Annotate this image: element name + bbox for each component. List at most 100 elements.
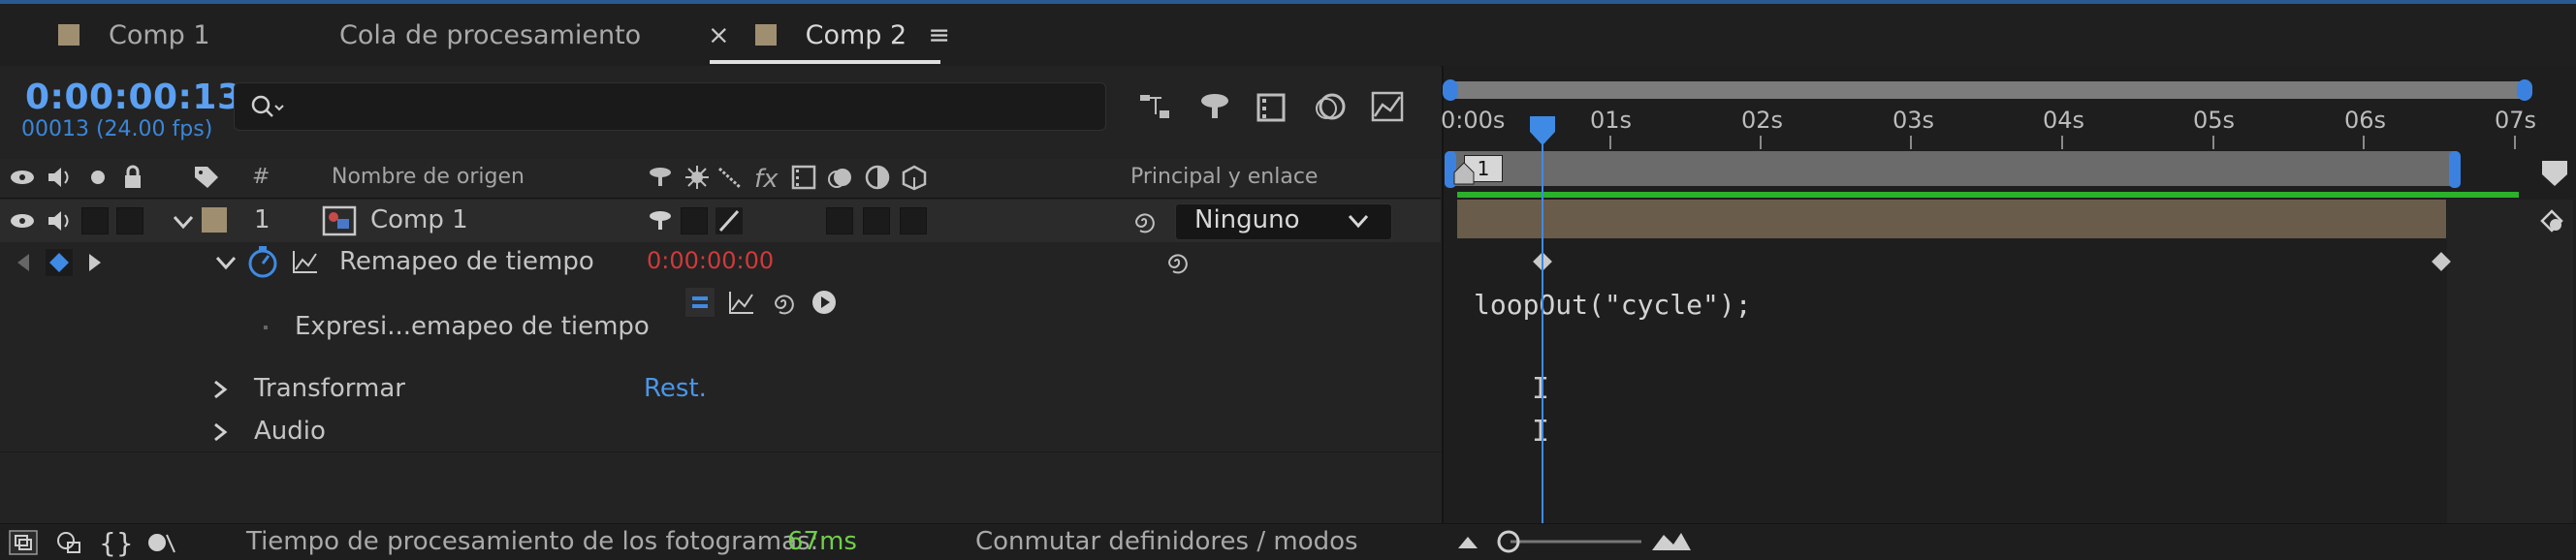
- panel-tab-bar: Comp 1 Cola de procesamiento × Comp 2 ≡: [0, 4, 2576, 67]
- ruler-label: 05s: [2193, 107, 2236, 134]
- comp-marker-bin-icon[interactable]: [2540, 157, 2569, 190]
- stopwatch-icon[interactable]: [246, 244, 279, 279]
- bullet-dot: [264, 326, 268, 329]
- ruler-label: 06s: [2344, 107, 2387, 134]
- layer-name[interactable]: Comp 1: [370, 205, 468, 234]
- chevron-right-icon[interactable]: [209, 420, 231, 444]
- layer-switches-toggle-icon[interactable]: [8, 529, 39, 556]
- frame-blend-column-icon[interactable]: [789, 163, 818, 192]
- chevron-down-icon[interactable]: [171, 209, 196, 234]
- audio-label: Audio: [254, 417, 326, 446]
- frame-blending-icon[interactable]: [1253, 87, 1291, 126]
- chevron-down-icon: [1348, 214, 1369, 229]
- audio-speaker-icon[interactable]: [45, 163, 74, 192]
- layer-index: 1: [254, 205, 270, 234]
- label-color-swatch[interactable]: [202, 207, 227, 233]
- keyframe-toggle-icon[interactable]: [45, 248, 74, 277]
- transfer-controls-toggle-icon[interactable]: [54, 529, 85, 556]
- 3d-layer-icon[interactable]: [900, 163, 929, 192]
- effects-fx-icon[interactable]: fx: [754, 165, 779, 194]
- switch-box[interactable]: [681, 207, 708, 234]
- work-area-bar[interactable]: [1448, 151, 2457, 186]
- timeline-outside-duration: [2447, 200, 2573, 523]
- time-remap-value[interactable]: 0:00:00:00: [647, 247, 774, 274]
- motion-blur-icon[interactable]: [1311, 87, 1350, 126]
- tab-label: Cola de procesamiento: [339, 19, 642, 50]
- graph-editor-icon[interactable]: [1369, 87, 1408, 126]
- layer-search-input[interactable]: [234, 82, 1106, 131]
- switch-box[interactable]: [826, 207, 853, 234]
- ruler-tick: [2061, 136, 2063, 149]
- frame-count-fps: 00013 (24.00 fps): [21, 117, 213, 141]
- tab-render-queue[interactable]: Cola de procesamiento: [339, 8, 641, 62]
- ruler-tick: [1609, 136, 1611, 149]
- expression-language-menu-icon[interactable]: [811, 289, 838, 316]
- chevron-down-icon[interactable]: [213, 250, 239, 275]
- panel-menu-icon[interactable]: ≡: [928, 20, 950, 50]
- adjustment-layer-icon[interactable]: [863, 163, 892, 192]
- composition-layer-icon: [322, 205, 357, 236]
- enable-expression-icon[interactable]: [684, 287, 716, 318]
- expression-row[interactable]: [0, 283, 1441, 369]
- draft-3d-icon[interactable]: [1195, 87, 1234, 126]
- collapse-transform-icon[interactable]: [683, 163, 712, 192]
- ruler-tick: [1910, 136, 1912, 149]
- toggle-switches-modes-button[interactable]: Conmutar definidores / modos: [975, 527, 1358, 556]
- work-area-end-handle[interactable]: [2449, 151, 2461, 188]
- chevron-right-icon[interactable]: [209, 378, 231, 401]
- eye-icon[interactable]: [8, 163, 37, 192]
- switch-box[interactable]: [900, 207, 927, 234]
- column-source-name-header[interactable]: Nombre de origen: [332, 165, 525, 189]
- transform-reset-link[interactable]: Rest.: [644, 374, 707, 403]
- zoom-in-mountain-icon[interactable]: [1650, 527, 1693, 554]
- composition-flowchart-icon[interactable]: [1136, 87, 1175, 126]
- braces-icon[interactable]: {}: [99, 527, 134, 559]
- label-tag-icon[interactable]: [192, 163, 221, 192]
- collapse-transform-switch-icon[interactable]: [646, 207, 675, 234]
- lock-toggle[interactable]: [116, 207, 143, 234]
- pickwhip-spiral-icon[interactable]: [1163, 248, 1191, 275]
- pickwhip-spiral-icon[interactable]: [1130, 207, 1158, 234]
- next-keyframe-icon[interactable]: [85, 252, 105, 273]
- layer-duration-bar[interactable]: [1457, 200, 2446, 238]
- motion-blur-column-icon[interactable]: [826, 163, 855, 192]
- render-time-toggle-icon[interactable]: [145, 529, 178, 556]
- current-time-indicator-head[interactable]: [1528, 114, 1557, 147]
- navigator-end-handle[interactable]: [2517, 79, 2532, 101]
- search-icon: [251, 95, 284, 117]
- audio-speaker-icon[interactable]: [45, 207, 74, 234]
- expression-pickwhip-icon[interactable]: [770, 289, 797, 316]
- solo-toggle[interactable]: [81, 207, 109, 234]
- comp-marker-start-icon: [1453, 162, 1475, 185]
- lock-icon[interactable]: [118, 163, 147, 192]
- tab-comp-2[interactable]: × Comp 2 ≡: [708, 8, 950, 62]
- layer-duration-indicator: [1457, 192, 2519, 198]
- expression-code[interactable]: loopOut("cycle");: [1474, 289, 1752, 321]
- tab-comp-1[interactable]: Comp 1: [58, 8, 210, 62]
- zoom-out-mountain-icon[interactable]: [1456, 531, 1479, 552]
- previous-keyframe-icon[interactable]: [14, 252, 33, 273]
- solo-dot-icon[interactable]: [83, 163, 112, 192]
- navigator-start-handle[interactable]: [1443, 79, 1458, 101]
- expression-label: Expresi...emapeo de tiempo: [295, 312, 650, 341]
- parent-dropdown-value: Ninguno: [1194, 205, 1300, 234]
- ruler-label: 03s: [1892, 107, 1935, 134]
- quality-switch-icon[interactable]: [716, 207, 743, 234]
- graph-icon[interactable]: [291, 248, 320, 275]
- current-time-display[interactable]: 0:00:00:13: [25, 78, 242, 117]
- eye-icon[interactable]: [8, 207, 37, 234]
- ruler-tick: [2212, 136, 2214, 149]
- time-navigator-bar[interactable]: [1449, 81, 2526, 99]
- comp-swatch-icon: [754, 24, 777, 46]
- expression-graph-icon[interactable]: [727, 289, 756, 316]
- switch-box[interactable]: [863, 207, 890, 234]
- zoom-slider[interactable]: [1491, 527, 1646, 556]
- current-time-indicator-line[interactable]: [1542, 132, 1543, 523]
- shy-icon[interactable]: [646, 163, 675, 192]
- ruler-tick: [1760, 136, 1762, 149]
- time-remap-label: Remapeo de tiempo: [339, 247, 594, 276]
- quality-icon[interactable]: [716, 163, 745, 192]
- close-icon[interactable]: ×: [708, 20, 730, 50]
- ruler-label: 02s: [1741, 107, 1784, 134]
- column-parent-link-header[interactable]: Principal y enlace: [1130, 165, 1318, 189]
